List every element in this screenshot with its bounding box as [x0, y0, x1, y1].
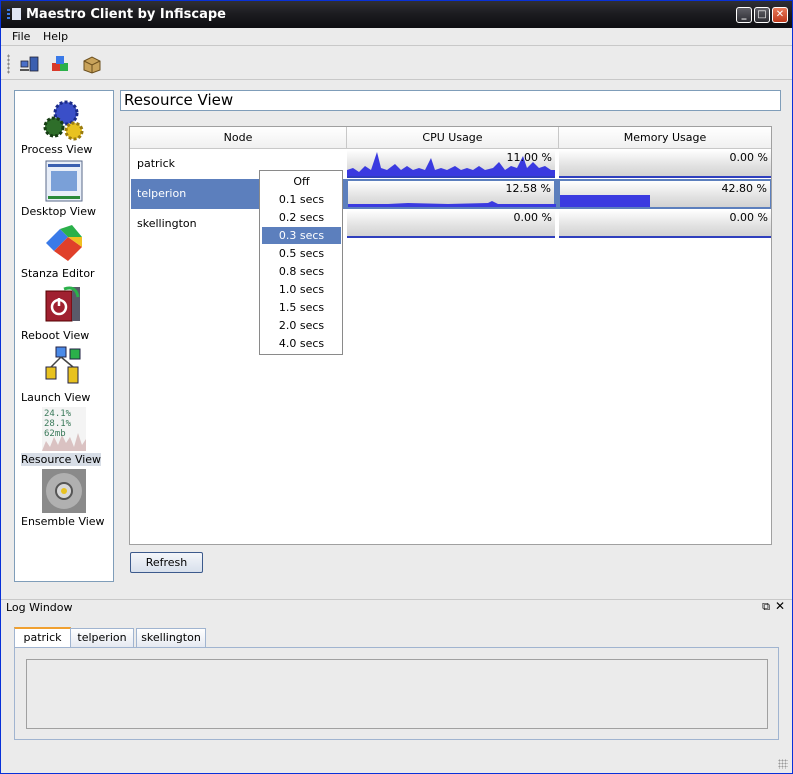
log-text-area[interactable]: [26, 659, 768, 729]
sidebar-item-label: Ensemble View: [21, 515, 105, 528]
log-tab-telperion[interactable]: telperion: [70, 628, 134, 648]
refresh-interval-menu: Off 0.1 secs 0.2 secs 0.3 secs 0.5 secs …: [259, 170, 343, 355]
memory-usage-graph: 0.00 %: [559, 210, 771, 238]
resource-icon-text: 28.1%: [44, 419, 72, 429]
table-row-selected[interactable]: telperion 12.58 % 42.80 %: [131, 179, 771, 209]
main-window: Maestro Client by Infiscape _ □ ✕ File H…: [0, 0, 793, 774]
memory-usage-graph: 0.00 %: [559, 150, 771, 178]
menu-item-off[interactable]: Off: [262, 173, 341, 190]
log-window-title: Log Window: [6, 601, 73, 614]
menu-item-0-5-secs[interactable]: 0.5 secs: [262, 245, 341, 262]
restore-icon[interactable]: ⧉: [762, 600, 770, 614]
cubes-icon[interactable]: [49, 53, 71, 75]
menu-item-0-1-secs[interactable]: 0.1 secs: [262, 191, 341, 208]
memory-bar: [560, 195, 650, 207]
sidebar-item-reboot-view[interactable]: Reboot View: [16, 281, 112, 343]
sidebar-item-resource-view[interactable]: 24.1% 28.1% 62mb Resource View: [16, 405, 112, 467]
memory-usage-graph: 42.80 %: [559, 180, 771, 208]
minimize-button[interactable]: _: [736, 7, 752, 23]
menu-file[interactable]: File: [12, 30, 30, 43]
launch-icon: [45, 346, 81, 384]
menu-bar: File Help: [1, 28, 792, 46]
menu-item-0-2-secs[interactable]: 0.2 secs: [262, 209, 341, 226]
reboot-icon: [45, 286, 80, 322]
log-window-header: Log Window ⧉ ✕: [1, 599, 792, 615]
sidebar-item-label: Desktop View: [21, 205, 96, 218]
log-tab-patrick[interactable]: patrick: [14, 627, 71, 648]
column-header-node[interactable]: Node: [130, 127, 347, 149]
sidebar-item-process-view[interactable]: Process View: [16, 95, 112, 157]
ensemble-icon: [42, 469, 86, 513]
app-icon: [7, 8, 21, 20]
maximize-button[interactable]: □: [754, 7, 770, 23]
cpu-usage-graph: 11.00 %: [347, 150, 555, 178]
memory-value: 42.80 %: [721, 182, 767, 195]
menu-item-4-0-secs[interactable]: 4.0 secs: [262, 335, 341, 352]
sidebar-item-label: Stanza Editor: [21, 267, 95, 280]
sidebar-item-ensemble-view[interactable]: Ensemble View: [16, 467, 112, 529]
toolbar: [1, 47, 792, 80]
resource-table: Node CPU Usage Memory Usage patrick 11.0…: [129, 126, 772, 545]
menu-item-2-0-secs[interactable]: 2.0 secs: [262, 317, 341, 334]
sidebar-item-label-wrap: Resource View: [16, 453, 112, 466]
menu-item-0-3-secs[interactable]: 0.3 secs: [262, 227, 341, 244]
stanza-editor-icon: [46, 225, 82, 261]
sidebar-item-label: Process View: [21, 143, 93, 156]
desktop-screenshot-icon: [45, 160, 83, 202]
cpu-value: 0.00 %: [513, 211, 552, 224]
menu-item-0-8-secs[interactable]: 0.8 secs: [262, 263, 341, 280]
resource-icon: 24.1% 28.1% 62mb: [42, 407, 86, 451]
table-row[interactable]: patrick 11.00 % 0.00 %: [131, 149, 771, 179]
sidebar-item-label: Reboot View: [21, 329, 90, 342]
resize-grip[interactable]: [778, 759, 788, 769]
view-title: Resource View: [120, 90, 781, 111]
network-computers-icon[interactable]: [19, 53, 41, 75]
resource-icon-text: 24.1%: [44, 409, 72, 419]
log-panel: [14, 647, 779, 740]
view-sidebar: Process View Desktop View Stanza Editor: [14, 90, 114, 582]
toolbar-grip[interactable]: [7, 54, 10, 74]
menu-item-1-0-secs[interactable]: 1.0 secs: [262, 281, 341, 298]
sidebar-item-label: Resource View: [21, 453, 102, 466]
memory-value: 0.00 %: [729, 211, 768, 224]
cpu-value: 11.00 %: [506, 151, 552, 164]
window-title: Maestro Client by Infiscape: [26, 7, 226, 22]
sidebar-item-desktop-view[interactable]: Desktop View: [16, 157, 112, 219]
sidebar-item-launch-view[interactable]: Launch View: [16, 343, 112, 405]
log-tab-skellington[interactable]: skellington: [136, 628, 206, 648]
sidebar-item-stanza-editor[interactable]: Stanza Editor: [16, 219, 112, 281]
refresh-button[interactable]: Refresh: [130, 552, 203, 573]
sidebar-item-label: Launch View: [21, 391, 91, 404]
close-button[interactable]: ✕: [772, 7, 788, 23]
gears-icon: [43, 100, 84, 141]
menu-help[interactable]: Help: [43, 30, 68, 43]
cpu-value: 12.58 %: [505, 182, 551, 195]
close-icon[interactable]: ✕: [775, 599, 785, 613]
memory-value: 0.00 %: [729, 151, 768, 164]
column-header-memory[interactable]: Memory Usage: [559, 127, 771, 149]
table-row[interactable]: skellington 0.00 % 0.00 %: [131, 209, 771, 239]
resource-icon-text: 62mb: [44, 429, 66, 439]
cpu-usage-graph: 0.00 %: [347, 210, 555, 238]
cpu-usage-graph: 12.58 %: [347, 180, 556, 208]
column-header-cpu[interactable]: CPU Usage: [347, 127, 559, 149]
title-bar[interactable]: Maestro Client by Infiscape _ □ ✕: [1, 1, 792, 28]
menu-item-1-5-secs[interactable]: 1.5 secs: [262, 299, 341, 316]
package-icon[interactable]: [81, 53, 103, 75]
